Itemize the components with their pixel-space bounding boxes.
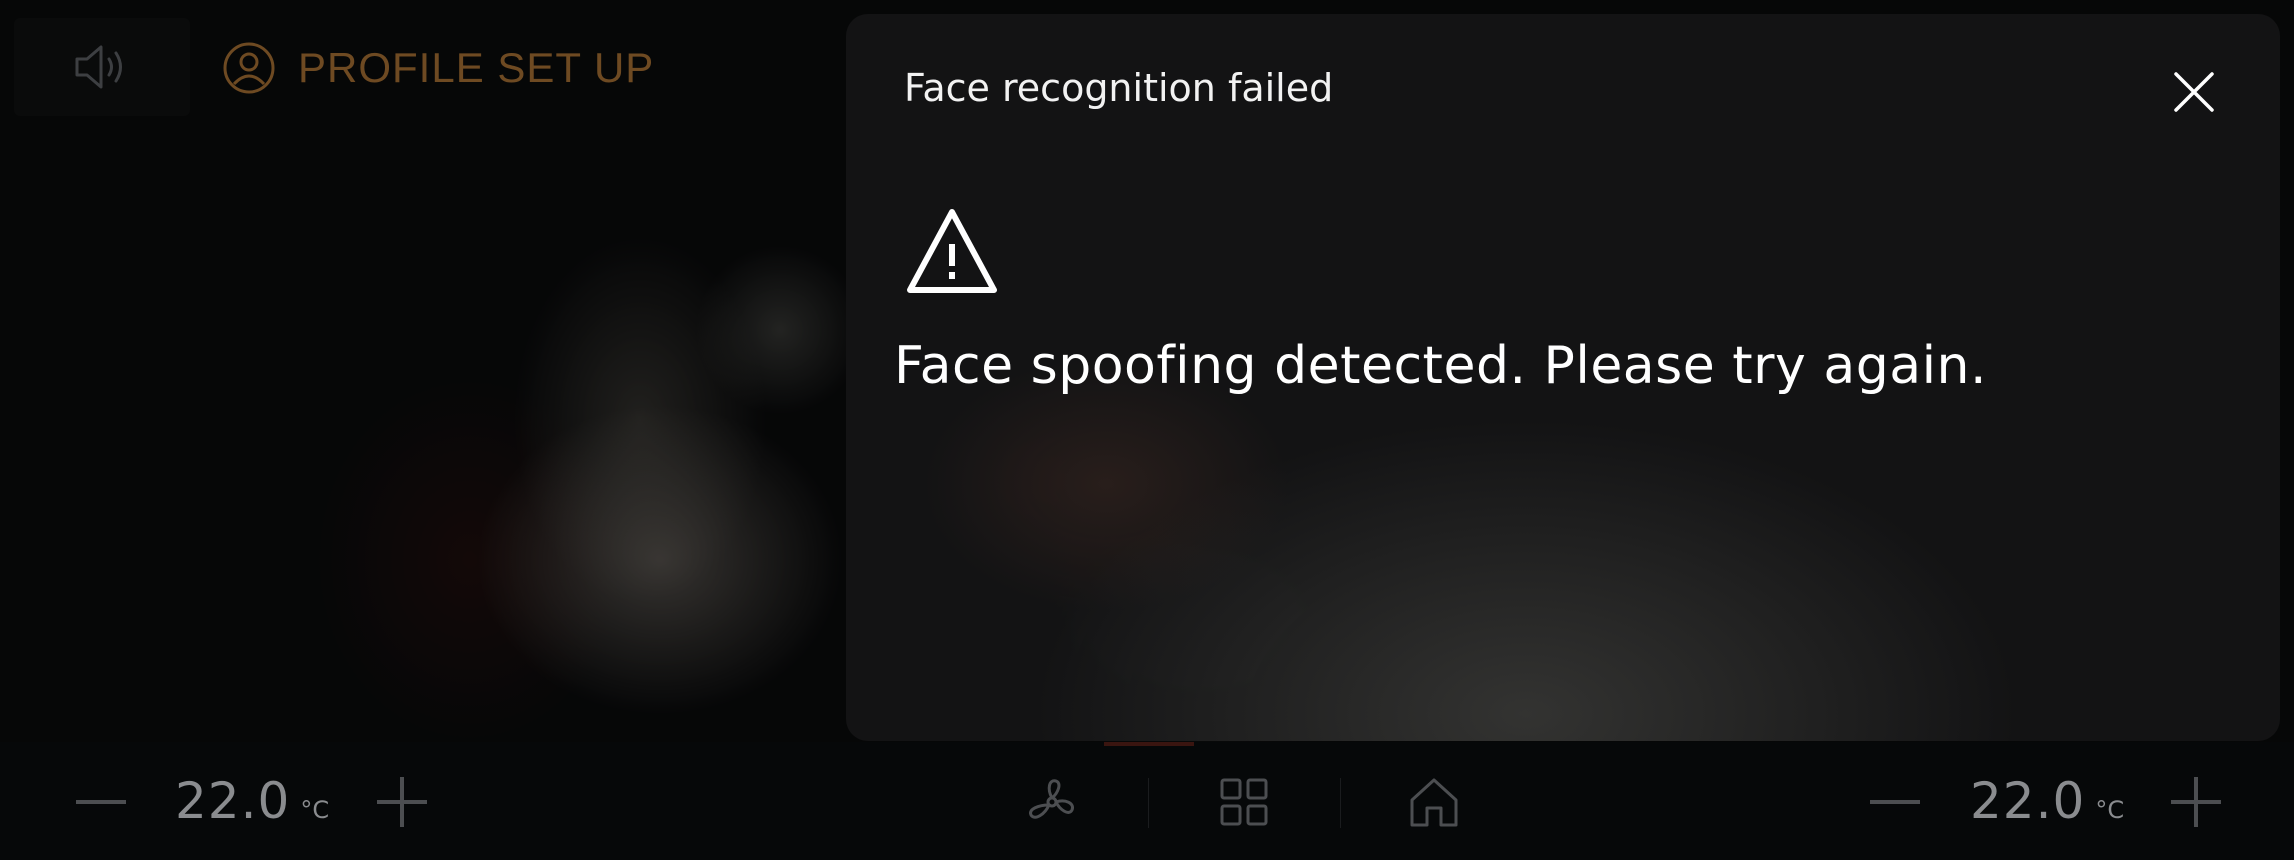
close-icon bbox=[2174, 72, 2214, 112]
profile-setup-header: PROFILE SET UP bbox=[222, 38, 654, 98]
face-recognition-dialog: Face recognition failed Face spoofing de… bbox=[846, 14, 2280, 741]
home-button[interactable] bbox=[1402, 772, 1466, 832]
sound-button[interactable] bbox=[14, 18, 190, 116]
right-temp-increase-button[interactable] bbox=[2164, 772, 2228, 832]
left-temp-display: 22.0 °C bbox=[175, 772, 329, 832]
fan-icon bbox=[1029, 779, 1075, 819]
left-temp-increase-button[interactable] bbox=[370, 772, 434, 832]
dialog-title: Face recognition failed bbox=[904, 66, 1334, 110]
warning-triangle-icon bbox=[907, 209, 997, 293]
error-message: Face spoofing detected. Please try again… bbox=[894, 336, 1988, 396]
left-temp-unit: °C bbox=[300, 796, 330, 824]
right-temp-value: 22.0 bbox=[1970, 772, 2086, 830]
home-icon bbox=[1410, 778, 1458, 827]
climate-bottom-bar: 22.0 °C 22.0 °C bbox=[0, 742, 2294, 860]
apps-grid-icon bbox=[1220, 778, 1268, 826]
separator bbox=[1148, 778, 1149, 828]
right-temp-display: 22.0 °C bbox=[1970, 772, 2124, 832]
speaker-icon bbox=[75, 45, 122, 89]
left-temp-value: 22.0 bbox=[175, 772, 291, 830]
separator bbox=[1340, 778, 1341, 828]
plus-icon bbox=[377, 777, 427, 827]
minus-icon bbox=[76, 800, 126, 804]
right-temp-unit: °C bbox=[2095, 796, 2125, 824]
plus-icon bbox=[2171, 777, 2221, 827]
close-button[interactable] bbox=[2166, 64, 2222, 120]
fan-button[interactable] bbox=[1020, 772, 1084, 832]
left-temp-decrease-button[interactable] bbox=[66, 772, 136, 832]
bar-highlight bbox=[1104, 742, 1194, 746]
user-circle-icon bbox=[223, 42, 275, 94]
minus-icon bbox=[1870, 800, 1920, 804]
page-title: PROFILE SET UP bbox=[298, 44, 655, 91]
right-temp-decrease-button[interactable] bbox=[1860, 772, 1930, 832]
apps-button[interactable] bbox=[1212, 772, 1276, 832]
